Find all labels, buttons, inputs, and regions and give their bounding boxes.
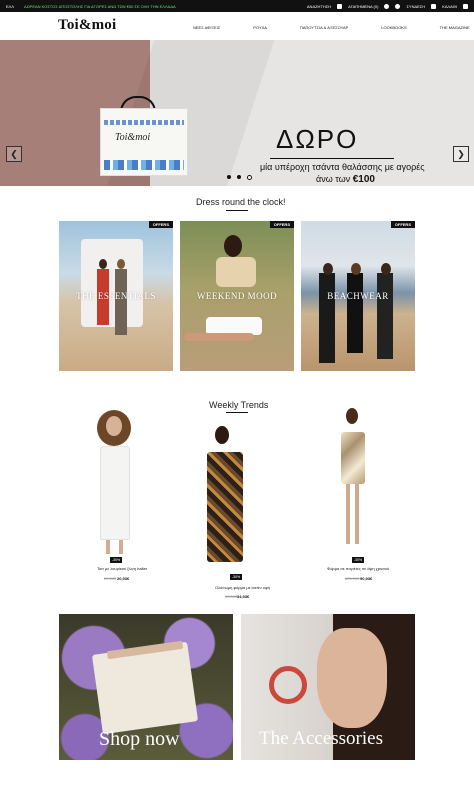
banner-accessories[interactable]: The Accessories: [241, 614, 415, 760]
weekly-section-title: Weekly Trends: [209, 400, 269, 410]
model-figure: [377, 273, 393, 359]
earring-image: [269, 666, 307, 704]
hero-prev-button[interactable]: ❮: [6, 146, 22, 162]
bag-logo: Toi&moi: [115, 132, 151, 143]
product-image[interactable]: [341, 432, 365, 484]
top-actions: ΑΝΑΖΗΤΗΣΗ ΑΓΑΠΗΜΕΝΑ (0) ΣΥΝΔΕΣΗ ΚΑΛΑΘΙ: [307, 3, 468, 9]
model-top: [216, 257, 256, 287]
language-selector[interactable]: ΕΛΛ: [6, 4, 14, 9]
carousel-dot[interactable]: [227, 175, 231, 179]
model-legs: [184, 333, 254, 341]
shop-now-label: Shop now: [99, 728, 180, 750]
nav-magazine[interactable]: THE MAGAZINE: [440, 25, 470, 30]
nav-clothing[interactable]: ΡΟΥΧΑ: [253, 25, 267, 30]
product-name[interactable]: Ολόσωμη φόρμα με σατέν υφή: [215, 585, 270, 590]
model-head: [351, 263, 361, 275]
product-old-price: 129,90€: [345, 576, 360, 581]
discount-badge: -30%: [352, 557, 365, 563]
model-head: [323, 263, 333, 275]
model-head: [224, 235, 242, 257]
accessories-label: The Accessories: [259, 728, 383, 749]
model-figure: [347, 273, 363, 353]
product-hair: [215, 426, 229, 444]
card-beachwear[interactable]: OFFERS BEACHWEAR: [301, 221, 415, 371]
cart-icon[interactable]: [431, 3, 437, 9]
hero-banner[interactable]: Toi&moi ΔΩΡΟ μία υπέροχη τσάντα θαλάσσης…: [0, 40, 474, 186]
search-icon[interactable]: [337, 3, 343, 9]
product-price: 20,93€: [117, 576, 130, 581]
beach-bag-image: Toi&moi: [100, 108, 188, 176]
hero-subtitle: μία υπέροχη τσάντα θαλάσσης με αγορές: [260, 162, 425, 172]
cart-link[interactable]: ΚΑΛΑΘΙ: [442, 4, 457, 9]
search-link[interactable]: ΑΝΑΖΗΤΗΣΗ: [307, 4, 331, 9]
nav-shoes-accessories[interactable]: ΠΑΠΟΥΤΣΙΑ & ΑΞΕΣΟΥΑΡ: [300, 25, 348, 30]
card-essentials[interactable]: OFFERS THE ESSENTIALS: [59, 221, 173, 371]
dress-section-underline: [226, 210, 248, 211]
dress-section-title: Dress round the clock!: [196, 197, 286, 207]
chevron-left-icon: ❮: [10, 148, 18, 159]
model-head: [99, 259, 107, 269]
product-name[interactable]: Φόρμα σε παγιέτες σε όψη χρυσού: [327, 566, 389, 571]
product-leg: [355, 484, 359, 544]
offers-badge: OFFERS: [269, 221, 294, 228]
product-old-price: 29,90€: [104, 576, 117, 581]
product-price: 90,93€: [360, 576, 373, 581]
product-price: 34,93€: [237, 594, 250, 599]
product-image[interactable]: [207, 452, 243, 562]
model-figure: [115, 269, 127, 335]
card-label: WEEKEND MOOD: [196, 291, 278, 301]
promo-text: ΔΩΡΕΑΝ ΚΟΣΤΟΣ ΑΠΟΣΤΟΛΗΣ ΓΙΑ ΑΓΟΡΕΣ ΑΝΩ Τ…: [24, 3, 176, 9]
card-backdrop: [81, 239, 143, 327]
product-leg: [346, 484, 350, 544]
chevron-right-icon: ❯: [457, 148, 465, 159]
discount-badge: -30%: [110, 557, 123, 563]
main-nav: ΝΕΕΣ ΑΦΙΞΕΙΣ ΡΟΥΧΑ ΠΑΠΟΥΤΣΙΑ & ΑΞΕΣΟΥΑΡ …: [193, 25, 470, 30]
weekly-section-underline: [226, 412, 248, 413]
user-icon[interactable]: [395, 3, 401, 9]
card-weekend[interactable]: OFFERS WEEKEND MOOD: [180, 221, 294, 371]
nav-new-arrivals[interactable]: ΝΕΕΣ ΑΦΙΞΕΙΣ: [193, 25, 220, 30]
hero-next-button[interactable]: ❯: [453, 146, 469, 162]
heart-icon[interactable]: [384, 3, 390, 9]
product-image[interactable]: [100, 446, 130, 540]
offers-badge: OFFERS: [148, 221, 173, 228]
product-leg: [119, 540, 123, 554]
model-head: [117, 259, 125, 269]
logo[interactable]: Toi&moi: [58, 17, 116, 34]
product-leg: [106, 540, 110, 554]
product-old-price: 49,90€: [225, 594, 238, 599]
header: Toi&moi ΝΕΕΣ ΑΦΙΞΕΙΣ ΡΟΥΧΑ ΠΑΠΟΥΤΣΙΑ & Α…: [0, 12, 474, 40]
card-label: BEACHWEAR: [327, 291, 389, 301]
carousel-dot-active[interactable]: [247, 175, 252, 180]
model-head: [381, 263, 391, 275]
banner-shop-now[interactable]: Shop now: [59, 614, 233, 760]
top-bar: ΕΛΛ ΔΩΡΕΑΝ ΚΟΣΤΟΣ ΑΠΟΣΤΟΛΗΣ ΓΙΑ ΑΓΟΡΕΣ Α…: [0, 0, 474, 12]
carousel-dot[interactable]: [237, 175, 241, 179]
product-name[interactable]: Τοπ με λουρίκια/ ζώνη halter: [97, 566, 147, 571]
wishlist-link[interactable]: ΑΓΑΠΗΜΕΝΑ (0): [348, 4, 378, 9]
model-face: [317, 628, 387, 728]
carousel-dots: [227, 175, 252, 180]
nav-lookbooks[interactable]: LOOKBOOKS: [381, 25, 406, 30]
bag-icon[interactable]: [463, 3, 468, 9]
hero-divider: [270, 158, 394, 159]
product-hair: [346, 408, 358, 424]
product-face: [106, 416, 122, 436]
model-figure: [319, 273, 335, 363]
offers-badge: OFFERS: [390, 221, 415, 228]
discount-badge: -30%: [230, 574, 243, 580]
hero-subtitle-price: άνω των €100: [316, 174, 375, 185]
login-link[interactable]: ΣΥΝΔΕΣΗ: [406, 4, 425, 9]
hero-title: ΔΩΡΟ: [276, 124, 359, 154]
card-label: THE ESSENTIALS: [76, 291, 156, 301]
